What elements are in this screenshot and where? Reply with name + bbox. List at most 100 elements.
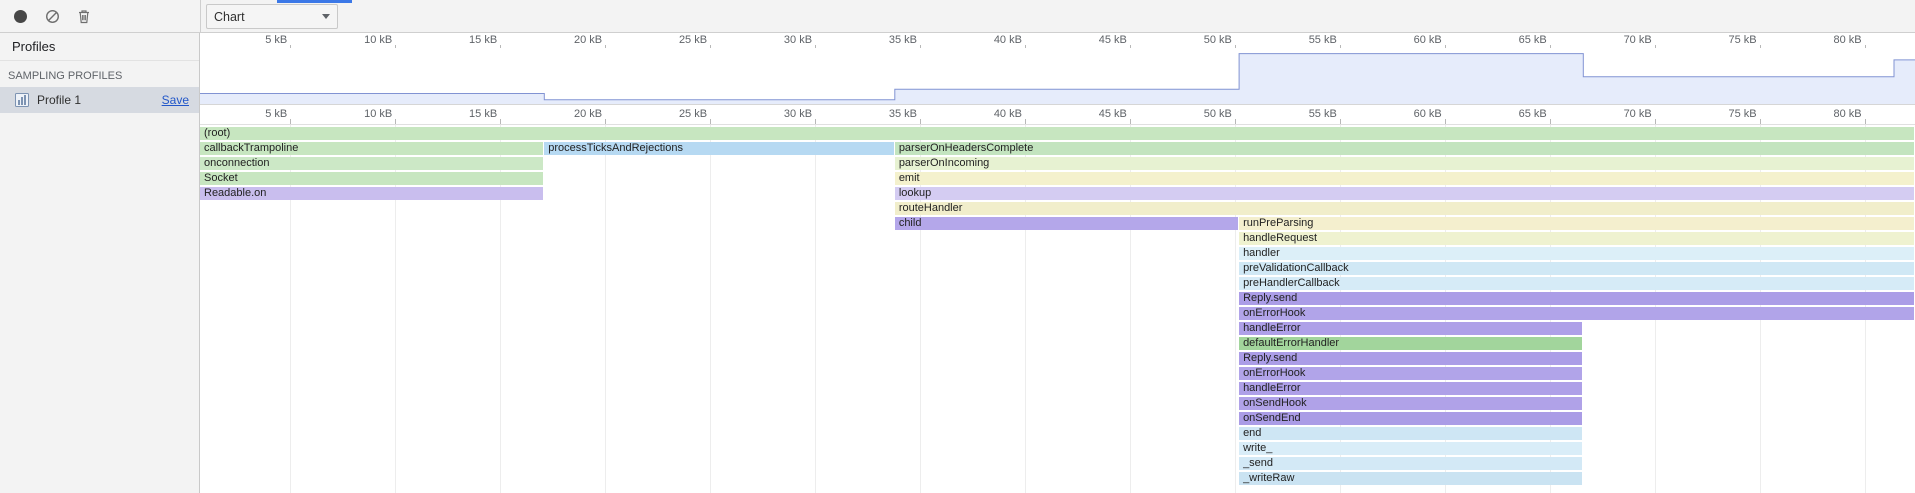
gridline [605, 125, 606, 493]
flame-frame[interactable]: _writeRaw [1239, 472, 1582, 485]
ruler-tick-mark [1655, 119, 1656, 124]
ruler-tick-label: 10 kB [336, 108, 392, 120]
flame-frame[interactable]: parserOnIncoming [895, 157, 1914, 170]
clear-icon [45, 9, 60, 24]
gridline [815, 125, 816, 493]
ruler-tick-label: 40 kB [966, 34, 1022, 46]
toolbar-separator [200, 0, 201, 32]
record-button[interactable] [4, 2, 36, 30]
flame-frame[interactable]: child [895, 217, 1238, 230]
ruler-tick-mark [1130, 119, 1131, 124]
ruler-tick-mark [815, 119, 816, 124]
trash-icon [77, 9, 91, 24]
flame-frame[interactable]: handleError [1239, 382, 1582, 395]
ruler-tick-label: 75 kB [1701, 108, 1757, 120]
ruler-tick-label: 65 kB [1491, 108, 1547, 120]
ruler-tick-label: 65 kB [1491, 34, 1547, 46]
profile-icon [14, 92, 30, 108]
flame-frame[interactable]: (root) [200, 127, 1914, 140]
ruler-tick-mark [1025, 119, 1026, 124]
ruler-tick-label: 80 kB [1806, 34, 1862, 46]
ruler-tick-mark [1340, 119, 1341, 124]
save-profile-link[interactable]: Save [162, 93, 189, 107]
flame-chart[interactable]: (root) callbackTrampolineprocessTicksAndR… [200, 125, 1915, 493]
flame-frame[interactable]: Socket [200, 172, 543, 185]
flame-frame[interactable]: onErrorHook [1239, 307, 1914, 320]
profiler-toolbar: Chart [0, 0, 1915, 33]
ruler-tick-label: 55 kB [1281, 34, 1337, 46]
ruler-tick-label: 35 kB [861, 34, 917, 46]
ruler-tick-mark [395, 119, 396, 124]
sampling-profiles-section-header[interactable]: SAMPLING PROFILES [0, 61, 199, 87]
ruler-tick-label: 20 kB [546, 34, 602, 46]
flame-frame[interactable]: preValidationCallback [1239, 262, 1914, 275]
profile-name: Profile 1 [37, 93, 162, 107]
delete-profile-button[interactable] [68, 2, 100, 30]
ruler-tick-label: 70 kB [1596, 108, 1652, 120]
ruler-tick-label: 40 kB [966, 108, 1022, 120]
ruler-tick-label: 5 kB [231, 108, 287, 120]
ruler-tick-label: 60 kB [1386, 34, 1442, 46]
ruler-tick-mark [1550, 119, 1551, 124]
ruler-tick-label: 55 kB [1281, 108, 1337, 120]
flame-frame[interactable]: handler [1239, 247, 1914, 260]
ruler-tick-label: 5 kB [231, 34, 287, 46]
ruler-tick-label: 10 kB [336, 34, 392, 46]
flame-frame[interactable]: routeHandler [895, 202, 1914, 215]
flame-frame[interactable]: callbackTrampoline [200, 142, 543, 155]
sidebar-item-profile-1[interactable]: Profile 1 Save [0, 87, 199, 113]
flame-chart-pane: 5 kB10 kB15 kB20 kB25 kB30 kB35 kB40 kB4… [200, 33, 1915, 493]
active-tab-indicator [277, 0, 352, 3]
memory-profiler-panel: Chart Profiles SAMPLING PROFILES Profile… [0, 0, 1915, 493]
ruler-tick-mark [1445, 119, 1446, 124]
profiles-sidebar: Profiles SAMPLING PROFILES Profile 1 Sav… [0, 33, 200, 493]
overview-timeline[interactable] [200, 48, 1915, 105]
ruler-tick-label: 60 kB [1386, 108, 1442, 120]
flame-frame[interactable]: preHandlerCallback [1239, 277, 1914, 290]
flame-frame[interactable]: runPreParsing [1239, 217, 1914, 230]
flame-frame[interactable]: handleError [1239, 322, 1582, 335]
ruler-tick-label: 25 kB [651, 108, 707, 120]
overview-graph [200, 48, 1915, 104]
flame-frame[interactable]: _send [1239, 457, 1582, 470]
flame-frame[interactable]: onErrorHook [1239, 367, 1582, 380]
ruler-tick-mark [1235, 119, 1236, 124]
flame-frame[interactable]: onSendEnd [1239, 412, 1582, 425]
flame-frame[interactable]: Readable.on [200, 187, 543, 200]
flame-frame[interactable]: parserOnHeadersComplete [895, 142, 1914, 155]
ruler-tick-label: 50 kB [1176, 108, 1232, 120]
flame-frame[interactable]: write_ [1239, 442, 1582, 455]
ruler-tick-mark [920, 119, 921, 124]
sidebar-title: Profiles [0, 33, 199, 61]
ruler-tick-label: 30 kB [756, 108, 812, 120]
ruler-tick-label: 80 kB [1806, 108, 1862, 120]
flame-frame[interactable]: defaultErrorHandler [1239, 337, 1582, 350]
ruler-tick-label: 50 kB [1176, 34, 1232, 46]
flame-frame[interactable]: onconnection [200, 157, 543, 170]
ruler-tick-label: 75 kB [1701, 34, 1757, 46]
ruler-tick-mark [1760, 119, 1761, 124]
flame-frame[interactable]: lookup [895, 187, 1914, 200]
flame-frame[interactable]: onSendHook [1239, 397, 1582, 410]
ruler-tick-mark [605, 119, 606, 124]
flame-frame[interactable]: Reply.send [1239, 352, 1582, 365]
flame-frame[interactable]: emit [895, 172, 1914, 185]
flame-frame[interactable]: Reply.send [1239, 292, 1914, 305]
flame-frame[interactable]: end [1239, 427, 1582, 440]
flame-frame[interactable]: handleRequest [1239, 232, 1914, 245]
chart-view-select[interactable]: Chart [206, 4, 338, 29]
ruler-tick-label: 45 kB [1071, 108, 1127, 120]
ruler-tick-label: 25 kB [651, 34, 707, 46]
ruler-tick-mark [500, 119, 501, 124]
ruler-tick-label: 30 kB [756, 34, 812, 46]
ruler-tick-mark [290, 119, 291, 124]
gridline [710, 125, 711, 493]
memory-ruler-top: 5 kB10 kB15 kB20 kB25 kB30 kB35 kB40 kB4… [200, 33, 1915, 48]
ruler-tick-label: 45 kB [1071, 34, 1127, 46]
clear-all-button[interactable] [36, 2, 68, 30]
flame-frame[interactable]: processTicksAndRejections [544, 142, 894, 155]
ruler-tick-label: 70 kB [1596, 34, 1652, 46]
ruler-tick-mark [1865, 119, 1866, 124]
ruler-tick-mark [710, 119, 711, 124]
chevron-down-icon [322, 14, 330, 19]
